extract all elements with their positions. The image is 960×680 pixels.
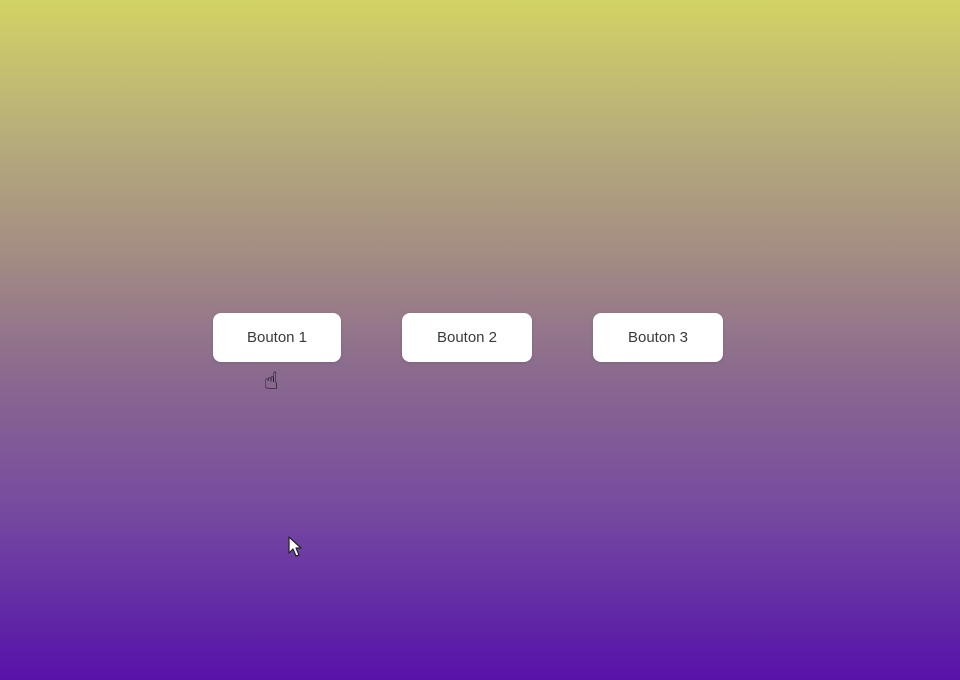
pointing-hand-icon: ☝ [264,367,279,395]
mouse-arrow-icon [288,536,302,557]
bouton-2-button[interactable]: Bouton 2 [402,313,532,362]
bouton-3-button[interactable]: Bouton 3 [593,313,723,362]
bouton-1-button[interactable]: Bouton 1 [213,313,341,362]
